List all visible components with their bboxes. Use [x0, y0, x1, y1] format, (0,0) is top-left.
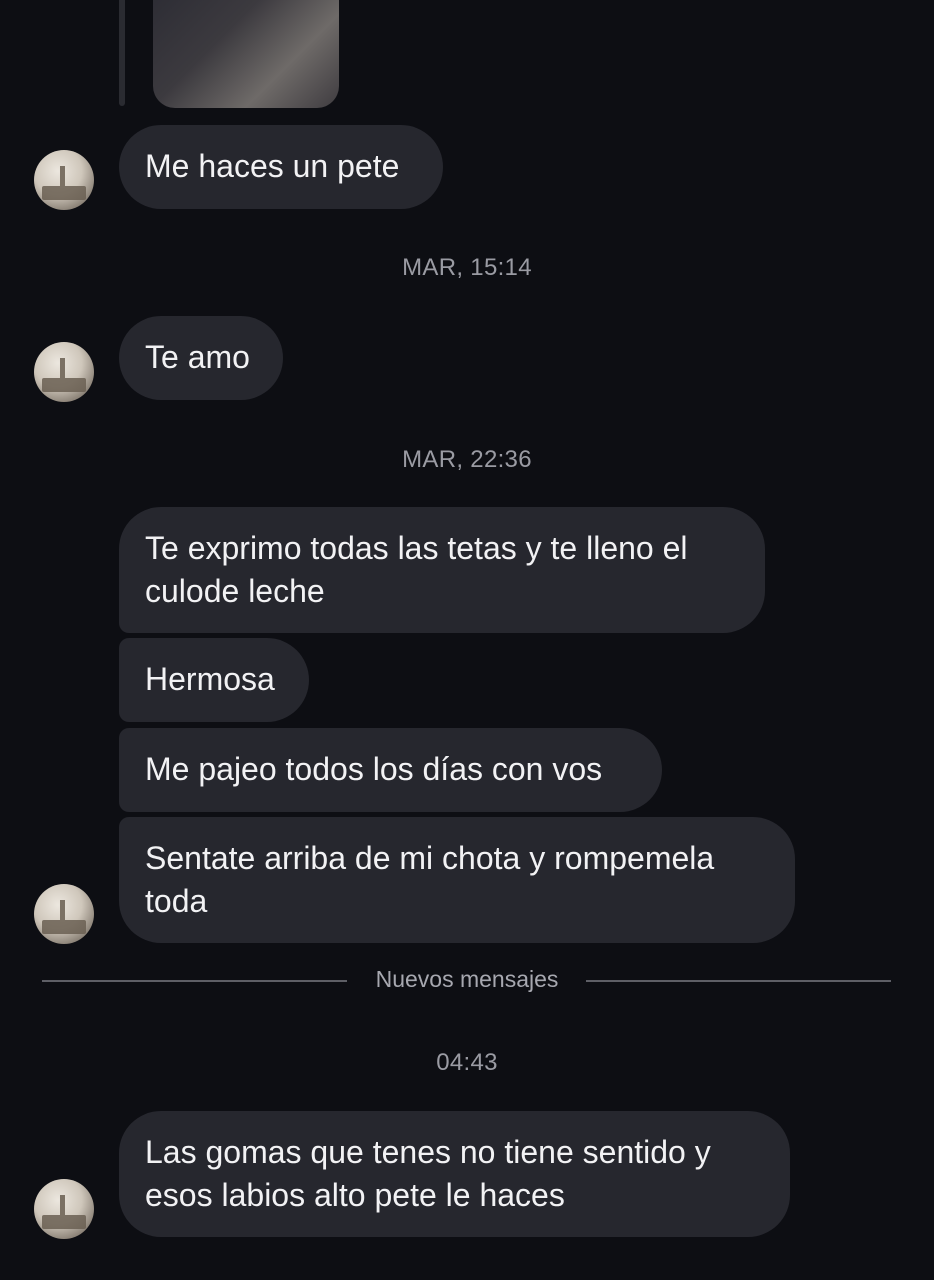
- contact-avatar[interactable]: [34, 884, 94, 944]
- message-bubble[interactable]: Sentate arriba de mi chota y rompemela t…: [119, 817, 795, 943]
- contact-avatar[interactable]: [34, 1179, 94, 1239]
- message-bubble[interactable]: Hermosa: [119, 638, 309, 722]
- divider-line-right: [586, 980, 891, 982]
- message-text: Te amo: [145, 339, 250, 375]
- message-bubble[interactable]: Te exprimo todas las tetas y te lleno el…: [119, 507, 765, 633]
- message-text: Hermosa: [145, 661, 275, 697]
- message-text: Te exprimo todas las tetas y te lleno el…: [145, 530, 688, 609]
- message-bubble[interactable]: Me haces un pete: [119, 125, 443, 209]
- message-bubble[interactable]: Las gomas que tenes no tiene sentido y e…: [119, 1111, 790, 1237]
- message-text: Me haces un pete: [145, 148, 400, 184]
- timestamp: MAR, 15:14: [402, 254, 532, 281]
- contact-avatar[interactable]: [34, 150, 94, 210]
- message-text: Me pajeo todos los días con vos: [145, 751, 603, 787]
- message-text: Las gomas que tenes no tiene sentido y e…: [145, 1134, 711, 1213]
- message-text: Sentate arriba de mi chota y rompemela t…: [145, 840, 715, 919]
- timestamp: MAR, 22:36: [402, 446, 532, 473]
- timestamp: 04:43: [436, 1049, 498, 1076]
- message-bubble[interactable]: Me pajeo todos los días con vos: [119, 728, 662, 812]
- shared-photo-thumbnail[interactable]: [153, 0, 339, 108]
- message-bubble[interactable]: Te amo: [119, 316, 283, 400]
- reply-indicator-line: [119, 0, 125, 106]
- contact-avatar[interactable]: [34, 342, 94, 402]
